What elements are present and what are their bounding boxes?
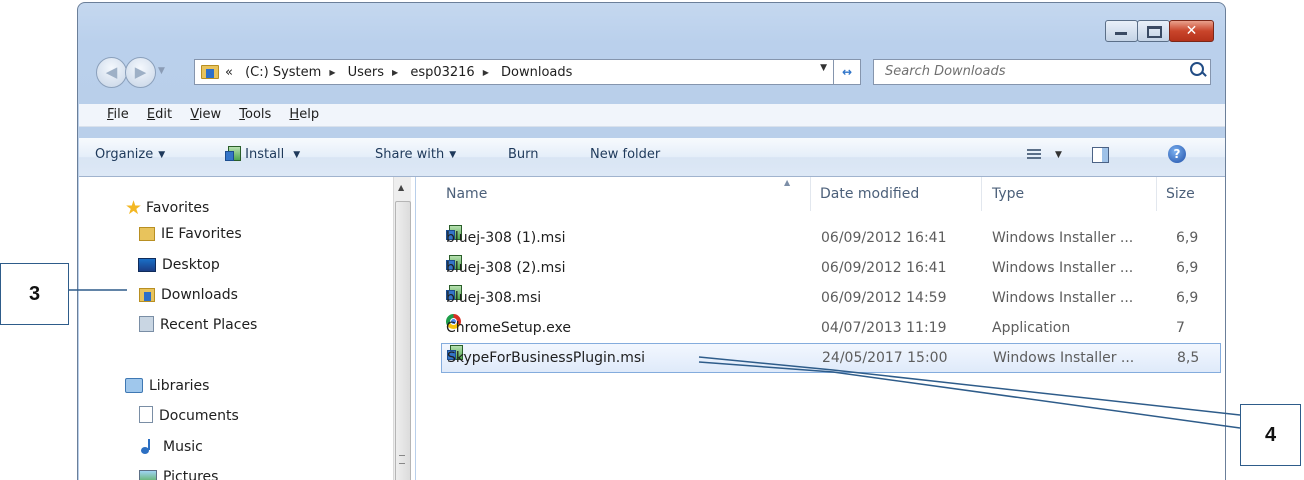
callout-connectors bbox=[68, 289, 1241, 429]
callout-3: 3 bbox=[0, 263, 69, 325]
callout-4-line-2 bbox=[698, 361, 1241, 429]
callout-4: 4 bbox=[1240, 404, 1301, 466]
callout-4-line bbox=[698, 356, 1241, 416]
